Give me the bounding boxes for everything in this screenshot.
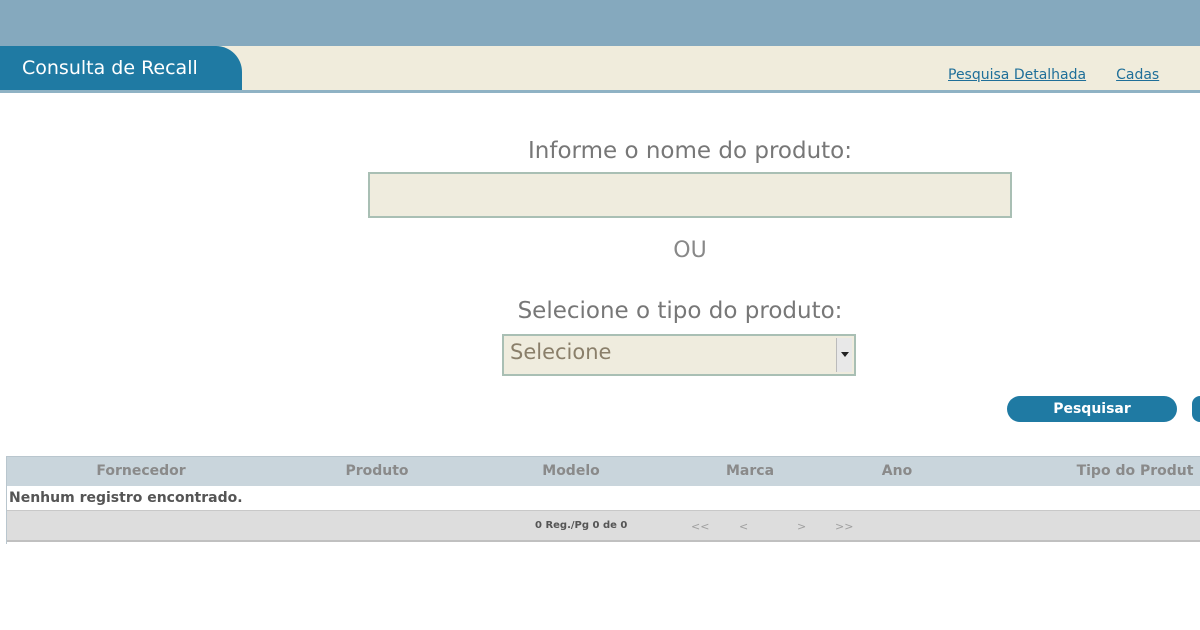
- results-table: Fornecedor Produto Modelo Marca Ano Tipo…: [6, 456, 1200, 544]
- tab-strip: Consulta de Recall Pesquisa Detalhada Cad…: [0, 46, 1200, 93]
- product-type-selected-value: Selecione: [510, 340, 612, 364]
- product-name-label: Informe o nome do produto:: [528, 138, 852, 164]
- column-header-produto[interactable]: Produto: [345, 463, 408, 479]
- search-button[interactable]: Pesquisar: [1007, 396, 1177, 422]
- pager-prev-button[interactable]: <: [739, 520, 748, 533]
- empty-results-message: Nenhum registro encontrado.: [9, 490, 243, 506]
- product-type-label: Selecione o tipo do produto:: [517, 298, 843, 324]
- column-header-marca[interactable]: Marca: [726, 463, 774, 479]
- top-banner: [0, 0, 1200, 46]
- column-header-fornecedor[interactable]: Fornecedor: [96, 463, 185, 479]
- secondary-button-edge[interactable]: [1192, 396, 1200, 422]
- product-name-input[interactable]: [368, 172, 1012, 218]
- link-cadastro[interactable]: Cadas: [1116, 67, 1159, 83]
- pager-first-button[interactable]: <<: [691, 520, 709, 533]
- pager-info: 0 Reg./Pg 0 de 0: [535, 520, 628, 531]
- tab-links: Pesquisa Detalhada Cadas: [948, 64, 1189, 83]
- pager-next-button[interactable]: >: [797, 520, 806, 533]
- column-header-tipo-do-produto[interactable]: Tipo do Produt: [1077, 463, 1194, 479]
- or-separator: OU: [673, 238, 707, 263]
- table-pager: 0 Reg./Pg 0 de 0 << < > >>: [7, 510, 1200, 542]
- tab-consulta-de-recall[interactable]: Consulta de Recall: [0, 46, 242, 90]
- table-row: Nenhum registro encontrado.: [7, 486, 1200, 510]
- column-header-ano[interactable]: Ano: [882, 463, 912, 479]
- product-type-select[interactable]: Selecione: [502, 334, 856, 376]
- chevron-down-icon: [840, 352, 849, 357]
- table-header-row: Fornecedor Produto Modelo Marca Ano Tipo…: [7, 456, 1200, 486]
- column-header-modelo[interactable]: Modelo: [542, 463, 599, 479]
- dropdown-arrow[interactable]: [836, 338, 852, 372]
- pager-last-button[interactable]: >>: [835, 520, 853, 533]
- link-pesquisa-detalhada[interactable]: Pesquisa Detalhada: [948, 67, 1086, 83]
